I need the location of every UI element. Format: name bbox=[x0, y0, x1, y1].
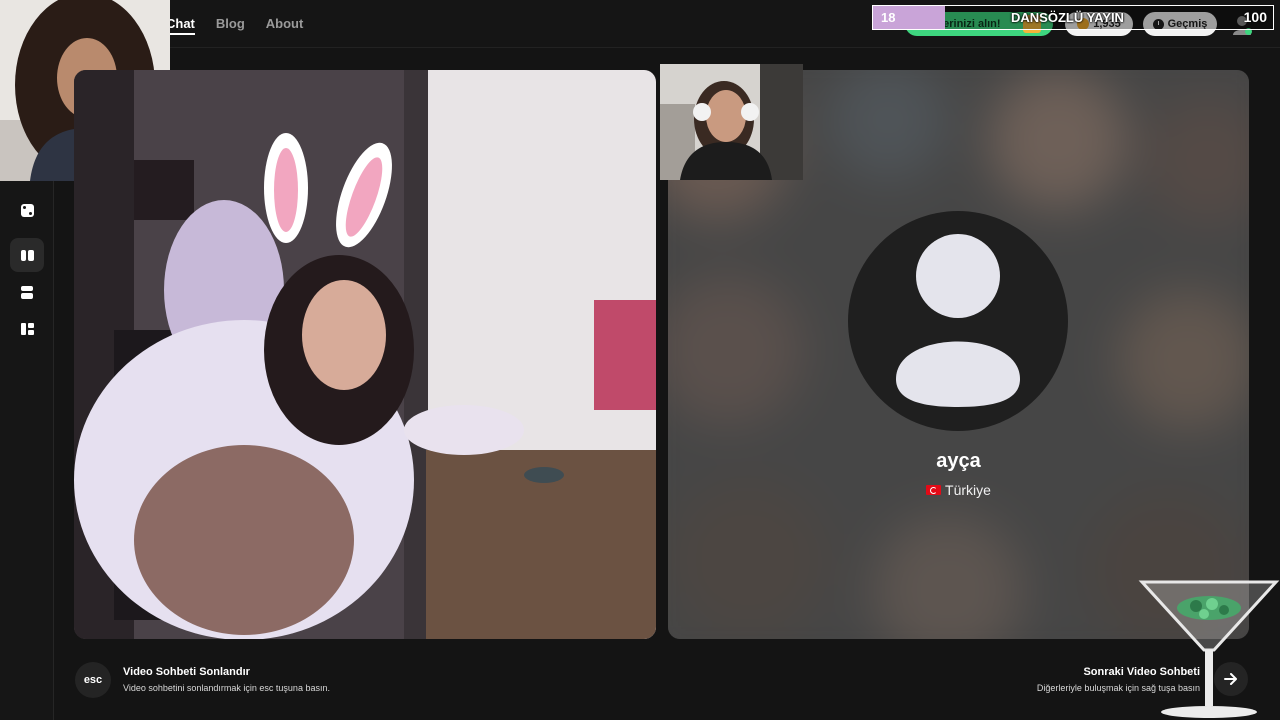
stream-goal-bar: 18 DANSÖZLÜ YAYIN 100 bbox=[872, 5, 1274, 30]
random-match-button[interactable] bbox=[10, 193, 44, 227]
partner-avatar bbox=[848, 211, 1068, 431]
esc-key-label: esc bbox=[83, 674, 103, 686]
grid-layout-icon bbox=[20, 323, 34, 335]
pip-video-overlay bbox=[660, 64, 803, 180]
local-video-feed bbox=[74, 70, 656, 639]
default-avatar-icon bbox=[896, 234, 1020, 407]
split-columns-icon bbox=[20, 249, 34, 261]
partner-country-label: Türkiye bbox=[945, 482, 991, 498]
layout-rows-button[interactable] bbox=[10, 275, 44, 309]
stream-goal-start: 18 bbox=[881, 10, 896, 25]
layout-grid-button[interactable] bbox=[10, 312, 44, 346]
end-chat-subtitle: Video sohbetini sonlandırmak için esc tu… bbox=[123, 683, 330, 693]
end-chat-title: Video Sohbeti Sonlandır bbox=[123, 666, 250, 678]
local-video-panel bbox=[74, 70, 656, 639]
left-sidebar bbox=[0, 180, 54, 720]
nav-chat[interactable]: Chat bbox=[166, 16, 195, 35]
partner-username: ayça bbox=[936, 450, 981, 472]
layout-columns-button[interactable] bbox=[10, 238, 44, 272]
dice-icon bbox=[20, 203, 34, 217]
martini-glass-overlay bbox=[1138, 580, 1280, 718]
nav-blog[interactable]: Blog bbox=[216, 16, 245, 35]
turkey-flag-icon bbox=[926, 485, 942, 495]
stream-goal-end: 100 bbox=[1243, 9, 1267, 25]
partner-country: Türkiye bbox=[668, 482, 1249, 498]
main-nav: Chat Blog About bbox=[166, 16, 303, 35]
app-root: Chat Blog About llerinizi alın! 1,935 Ge… bbox=[0, 0, 1280, 720]
split-rows-icon bbox=[21, 285, 33, 299]
end-chat-button[interactable]: esc bbox=[75, 662, 111, 698]
stream-goal-title: DANSÖZLÜ YAYIN bbox=[1011, 10, 1124, 25]
nav-about[interactable]: About bbox=[266, 16, 304, 35]
